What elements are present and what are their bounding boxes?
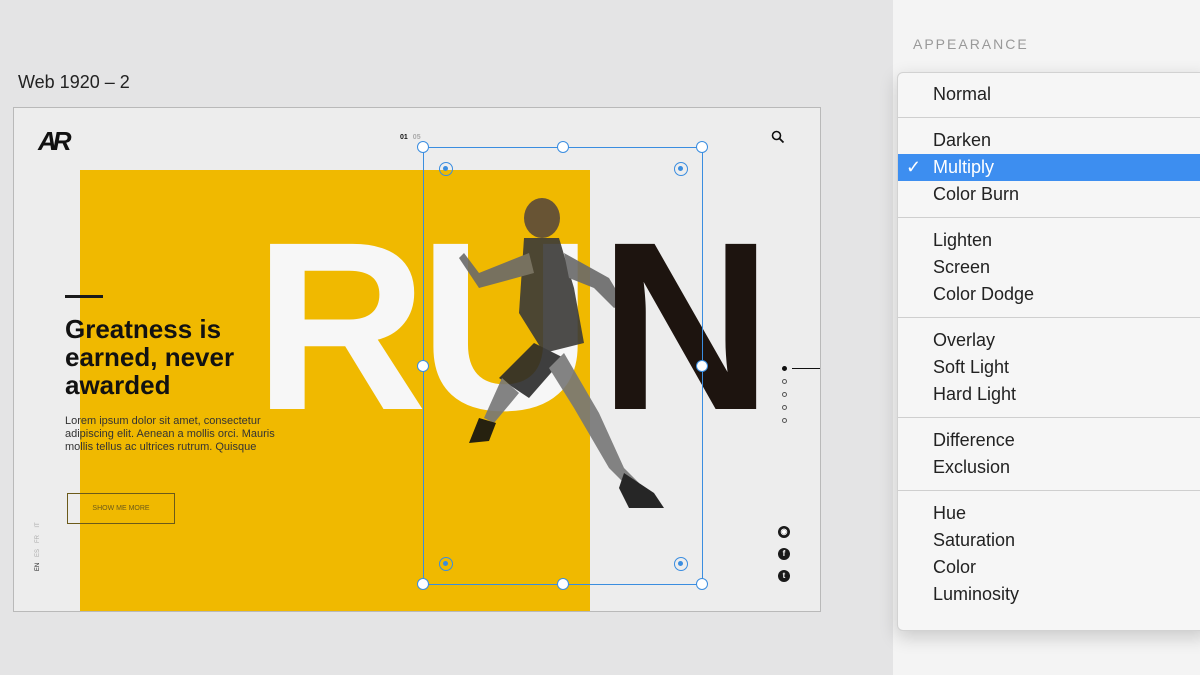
headline[interactable]: Greatness is earned, never awarded	[65, 315, 315, 399]
blend-mode-multiply[interactable]: ✓ Multiply	[898, 154, 1200, 181]
appearance-heading: APPEARANCE	[913, 36, 1029, 52]
blend-mode-menu[interactable]: Normal Darken ✓ Multiply Color Burn Lighten Sc…	[897, 72, 1200, 631]
search-icon[interactable]	[771, 130, 785, 144]
blend-mode-normal[interactable]: Normal	[898, 81, 1200, 108]
blend-mode-exclusion[interactable]: Exclusion	[898, 454, 1200, 481]
menu-item-label: Hard Light	[933, 384, 1017, 404]
pager-current: 01	[400, 134, 408, 141]
slide-indicator-line	[792, 368, 820, 369]
facebook-icon[interactable]: f	[778, 548, 790, 560]
selection-box[interactable]	[417, 141, 708, 590]
twitter-icon[interactable]: t	[778, 570, 790, 582]
lang-es[interactable]: ES	[35, 547, 49, 559]
menu-item-label: Difference	[933, 430, 1015, 450]
show-more-button[interactable]: SHOW ME MORE	[67, 493, 175, 524]
slide-dots	[782, 366, 792, 431]
menu-item-label: Color Dodge	[933, 284, 1035, 304]
slide-dot[interactable]	[782, 379, 787, 384]
slide-dot[interactable]	[782, 405, 787, 410]
menu-item-label: Darken	[933, 130, 992, 150]
menu-item-label: Soft Light	[933, 357, 1010, 377]
blend-mode-screen[interactable]: Screen	[898, 254, 1200, 281]
lang-fr[interactable]: FR	[35, 533, 49, 545]
blend-mode-luminosity[interactable]: Luminosity	[898, 581, 1200, 608]
resize-handle-left[interactable]	[417, 360, 429, 372]
menu-separator	[898, 317, 1200, 318]
menu-item-label: Saturation	[933, 530, 1016, 550]
resize-handle-top-left[interactable]	[417, 141, 429, 153]
blend-mode-saturation[interactable]: Saturation	[898, 527, 1200, 554]
resize-handle-bottom-left[interactable]	[417, 578, 429, 590]
properties-panel: APPEARANCE Normal Darken ✓ Multiply Color Bu…	[893, 0, 1200, 675]
body-text[interactable]: Lorem ipsum dolor sit amet, consectetur …	[65, 415, 305, 454]
resize-handle-top-right[interactable]	[696, 141, 708, 153]
menu-item-label: Normal	[933, 84, 992, 104]
menu-separator	[898, 217, 1200, 218]
social-links: ◉ f t	[778, 526, 792, 592]
blend-mode-difference[interactable]: Difference	[898, 427, 1200, 454]
blend-mode-soft-light[interactable]: Soft Light	[898, 354, 1200, 381]
language-switcher: IT FR ES EN	[35, 518, 49, 588]
blend-mode-hard-light[interactable]: Hard Light	[898, 381, 1200, 408]
blend-mode-color-dodge[interactable]: Color Dodge	[898, 281, 1200, 308]
menu-separator	[898, 490, 1200, 491]
menu-separator	[898, 417, 1200, 418]
menu-item-label: Lighten	[933, 230, 993, 250]
menu-item-label: Hue	[933, 503, 967, 523]
headline-dash	[65, 295, 103, 298]
corner-radius-handle-bottom-right[interactable]	[674, 557, 688, 571]
lang-en[interactable]: EN	[35, 561, 49, 573]
menu-item-label: Exclusion	[933, 457, 1011, 477]
slide-dot[interactable]	[782, 392, 787, 397]
menu-item-label: Color	[933, 557, 977, 577]
resize-handle-bottom[interactable]	[557, 578, 569, 590]
menu-item-label: Multiply	[933, 157, 995, 177]
slide-pager: 01 05	[400, 134, 421, 141]
lang-it[interactable]: IT	[35, 519, 49, 531]
menu-item-label: Luminosity	[933, 584, 1020, 604]
blend-mode-overlay[interactable]: Overlay	[898, 327, 1200, 354]
blend-mode-color[interactable]: Color	[898, 554, 1200, 581]
resize-handle-top[interactable]	[557, 141, 569, 153]
slide-dot[interactable]	[782, 366, 787, 371]
artboard-title[interactable]: Web 1920 – 2	[18, 72, 130, 93]
corner-radius-handle-top-left[interactable]	[439, 162, 453, 176]
design-canvas[interactable]: Web 1920 – 2 AR R U N 01 05 Greatness is…	[0, 0, 893, 675]
menu-item-label: Color Burn	[933, 184, 1020, 204]
menu-item-label: Screen	[933, 257, 991, 277]
pager-total: 05	[412, 134, 421, 141]
blend-mode-hue[interactable]: Hue	[898, 500, 1200, 527]
menu-separator	[898, 117, 1200, 118]
resize-handle-bottom-right[interactable]	[696, 578, 708, 590]
blend-mode-darken[interactable]: Darken	[898, 127, 1200, 154]
corner-radius-handle-bottom-left[interactable]	[439, 557, 453, 571]
instagram-icon[interactable]: ◉	[778, 526, 790, 538]
checkmark-icon: ✓	[906, 157, 922, 177]
blend-mode-color-burn[interactable]: Color Burn	[898, 181, 1200, 208]
slide-dot[interactable]	[782, 418, 787, 423]
menu-item-label: Overlay	[933, 330, 996, 350]
logo: AR	[38, 126, 72, 156]
resize-handle-right[interactable]	[696, 360, 708, 372]
blend-mode-lighten[interactable]: Lighten	[898, 227, 1200, 254]
corner-radius-handle-top-right[interactable]	[674, 162, 688, 176]
